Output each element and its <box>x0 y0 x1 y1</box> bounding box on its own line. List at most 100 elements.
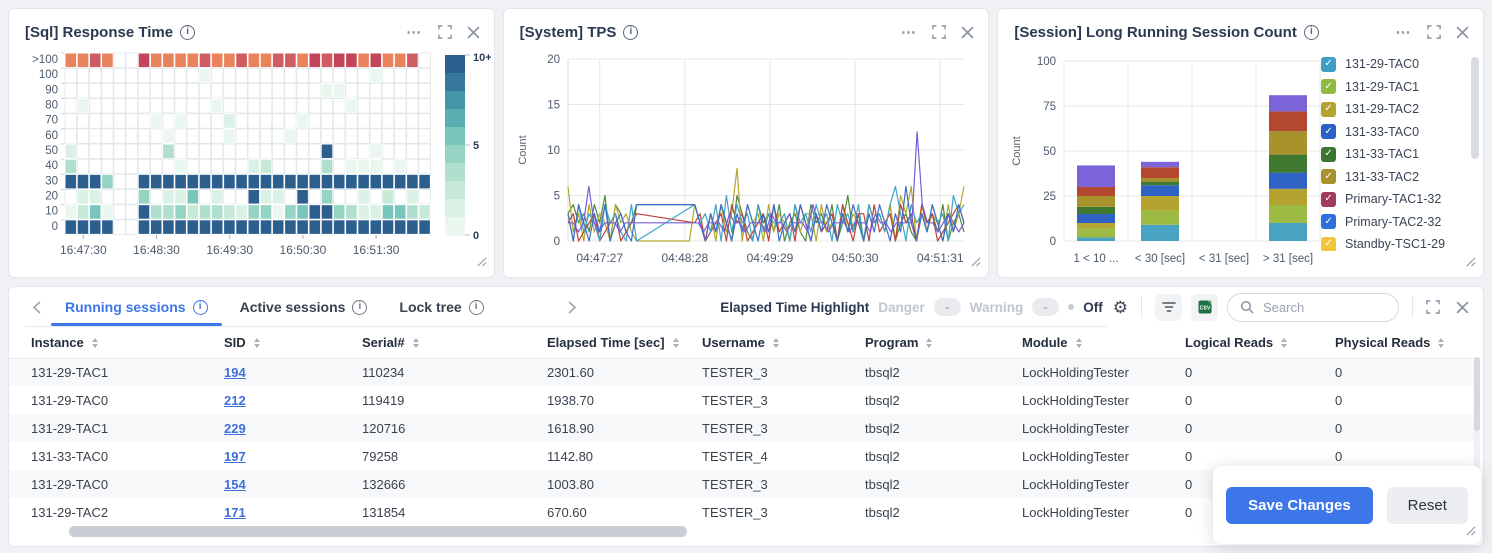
sid-link[interactable]: 171 <box>224 505 246 520</box>
filter-button[interactable] <box>1155 294 1182 321</box>
tab-active-sessions[interactable]: Active sessions i <box>224 289 384 325</box>
table-close-button[interactable] <box>1456 301 1469 314</box>
sort-icon[interactable] <box>92 338 98 348</box>
legend-checkbox[interactable]: ✓ <box>1321 169 1336 184</box>
legend-checkbox[interactable]: ✓ <box>1321 57 1336 72</box>
legend-label: Primary-TAC1-32 <box>1345 192 1441 206</box>
sort-icon[interactable] <box>1076 338 1082 348</box>
legend-item[interactable]: ✓ 131-29-TAC1 <box>1321 76 1467 99</box>
panel-session-long-running: [Session] Long Running Session Count i ⋯… <box>997 8 1484 278</box>
column-header-label: Module <box>1022 335 1068 350</box>
horizontal-scrollbar[interactable] <box>69 526 687 537</box>
more-options-button[interactable]: ⋯ <box>901 28 918 37</box>
close-button[interactable] <box>467 26 480 39</box>
column-header[interactable]: Elapsed Time [sec] <box>539 327 694 358</box>
sid-link[interactable]: 229 <box>224 421 246 436</box>
sort-icon[interactable] <box>926 338 932 348</box>
more-options-button[interactable]: ⋯ <box>406 28 423 37</box>
sort-icon[interactable] <box>1281 338 1287 348</box>
column-header[interactable]: Module <box>1014 327 1177 358</box>
reset-button[interactable]: Reset <box>1387 487 1468 524</box>
sort-icon[interactable] <box>254 338 260 348</box>
column-header-label: SID <box>224 335 246 350</box>
resize-handle[interactable] <box>1465 254 1476 272</box>
sid-link[interactable]: 197 <box>224 449 246 464</box>
column-header[interactable]: Physical Reads <box>1327 327 1479 358</box>
column-header[interactable]: SID <box>216 327 354 358</box>
panel-sessions-table: Running sessions i Active sessions i Loc… <box>8 286 1484 547</box>
legend-item[interactable]: ✓ 131-33-TAC2 <box>1321 166 1467 189</box>
tab-running-sessions[interactable]: Running sessions i <box>49 289 224 325</box>
legend-checkbox[interactable]: ✓ <box>1321 214 1336 229</box>
svg-text:04:48:28: 04:48:28 <box>661 251 708 265</box>
legend-checkbox[interactable]: ✓ <box>1321 102 1336 117</box>
info-icon[interactable]: i <box>469 300 484 315</box>
svg-text:>100: >100 <box>32 54 58 66</box>
legend-checkbox[interactable]: ✓ <box>1321 192 1336 207</box>
table-cell: tbsql2 <box>857 442 1014 470</box>
table-cell: 194 <box>216 358 354 386</box>
info-icon[interactable]: i <box>180 25 195 40</box>
column-header[interactable]: Username <box>694 327 857 358</box>
legend-checkbox[interactable]: ✓ <box>1321 237 1336 251</box>
sort-icon[interactable] <box>673 338 679 348</box>
legend-scrollbar[interactable] <box>1471 57 1479 159</box>
danger-value-pill[interactable]: - <box>934 298 961 316</box>
sort-icon[interactable] <box>1438 338 1444 348</box>
legend-checkbox[interactable]: ✓ <box>1321 147 1336 162</box>
fullscreen-button[interactable] <box>932 25 946 39</box>
settings-gear-button[interactable]: ⚙ <box>1113 299 1128 316</box>
column-header[interactable]: Serial# <box>354 327 539 358</box>
column-header[interactable]: Logical Reads <box>1177 327 1327 358</box>
resize-handle[interactable] <box>970 254 981 272</box>
chevron-left-icon <box>33 301 41 314</box>
sid-link[interactable]: 212 <box>224 393 246 408</box>
legend-item[interactable]: ✓131-29-TAC0 <box>1321 53 1467 76</box>
table-cell: 79258 <box>354 442 539 470</box>
panel-title: [Sql] Response Time <box>25 24 173 41</box>
sort-icon[interactable] <box>413 338 419 348</box>
table-cell: LockHoldingTester <box>1014 414 1177 442</box>
legend-item[interactable]: ✓Primary-TAC2-32 <box>1321 211 1467 234</box>
fullscreen-button[interactable] <box>438 25 452 39</box>
legend-item[interactable]: ✓ Primary-TAC1-32 <box>1321 188 1467 211</box>
vertical-scrollbar[interactable] <box>1474 357 1480 431</box>
svg-text:15: 15 <box>547 100 560 112</box>
table-cell: TESTER_3 <box>694 498 857 526</box>
close-button[interactable] <box>961 26 974 39</box>
tabs-next-button[interactable] <box>560 301 584 314</box>
column-header[interactable]: Program <box>857 327 1014 358</box>
export-csv-button[interactable]: CSV <box>1191 294 1218 321</box>
sort-icon[interactable] <box>773 338 779 348</box>
legend-item[interactable]: ✓Standby-TSC1-29 <box>1321 233 1467 251</box>
table-cell: 197 <box>216 442 354 470</box>
legend-checkbox[interactable]: ✓ <box>1321 124 1336 139</box>
legend-label: 131-29-TAC1 <box>1345 80 1419 94</box>
legend-item[interactable]: ✓131-29-TAC2 <box>1321 98 1467 121</box>
legend-label: 131-33-TAC2 <box>1345 170 1419 184</box>
legend-item[interactable]: ✓ 131-33-TAC0 <box>1321 121 1467 144</box>
resize-handle[interactable] <box>476 254 487 272</box>
legend-checkbox[interactable]: ✓ <box>1321 79 1336 94</box>
divider <box>1141 296 1142 318</box>
info-icon[interactable]: i <box>352 300 367 315</box>
table-toolbar: Running sessions i Active sessions i Loc… <box>9 287 1483 327</box>
legend-item[interactable]: ✓131-33-TAC1 <box>1321 143 1467 166</box>
tabs-prev-button[interactable] <box>25 301 49 314</box>
sid-link[interactable]: 154 <box>224 477 246 492</box>
info-icon[interactable]: i <box>193 300 208 315</box>
save-changes-button[interactable]: Save Changes <box>1226 487 1373 524</box>
tab-lock-tree[interactable]: Lock tree i <box>383 289 499 325</box>
fullscreen-button[interactable] <box>1427 25 1441 39</box>
column-header[interactable]: Instance <box>9 327 216 358</box>
info-icon[interactable]: i <box>1304 25 1319 40</box>
warning-value-pill[interactable]: - <box>1032 298 1059 316</box>
table-fullscreen-button[interactable] <box>1426 300 1440 314</box>
resize-handle[interactable] <box>1465 523 1476 541</box>
sid-link[interactable]: 194 <box>224 365 246 380</box>
info-icon[interactable]: i <box>623 25 638 40</box>
legend-label: 131-33-TAC0 <box>1345 125 1419 139</box>
close-button[interactable] <box>1456 26 1469 39</box>
more-options-button[interactable]: ⋯ <box>1396 28 1413 37</box>
search-input[interactable] <box>1261 299 1383 316</box>
